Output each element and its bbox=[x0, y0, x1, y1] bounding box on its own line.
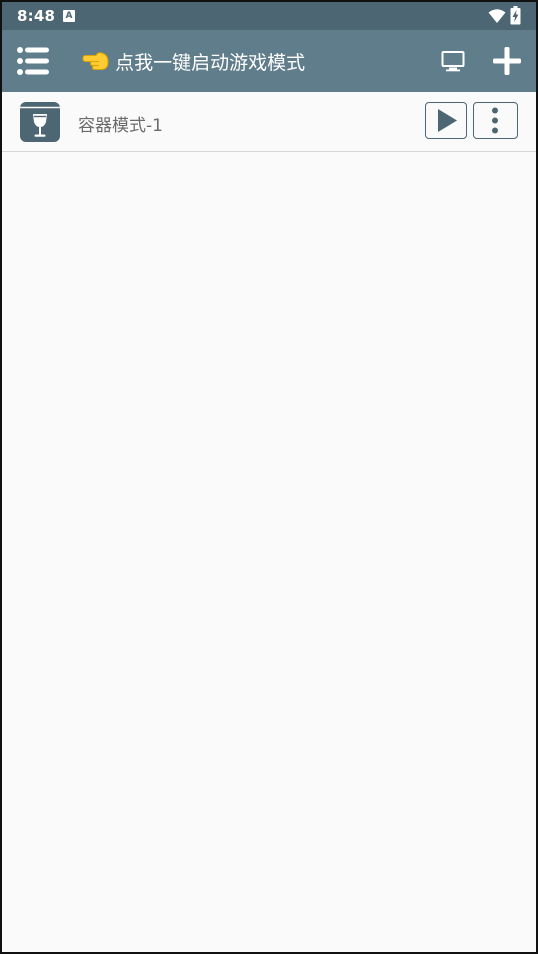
menu-list-icon bbox=[17, 47, 49, 75]
game-mode-launcher[interactable]: 点我一键启动游戏模式 bbox=[82, 48, 305, 76]
notification-letter: A bbox=[65, 11, 73, 21]
more-vertical-icon bbox=[492, 107, 498, 134]
container-list: 容器模式-1 bbox=[2, 92, 536, 152]
display-button[interactable] bbox=[438, 46, 468, 76]
page-title[interactable]: 点我一键启动游戏模式 bbox=[115, 48, 305, 75]
more-options-button[interactable] bbox=[473, 102, 518, 139]
play-icon bbox=[438, 109, 457, 132]
app-screen: 8:48 A 点我一键启动游戏模式 容器模式-1 bbox=[0, 0, 538, 954]
container-list-item[interactable]: 容器模式-1 bbox=[2, 92, 536, 152]
battery-charging-icon bbox=[510, 6, 521, 25]
wifi-icon bbox=[488, 9, 506, 23]
plus-icon bbox=[493, 47, 521, 75]
play-button[interactable] bbox=[425, 102, 467, 139]
notification-a-icon: A bbox=[63, 10, 75, 22]
add-container-button[interactable] bbox=[488, 42, 526, 80]
status-time: 8:48 bbox=[17, 7, 56, 25]
pointing-hand-icon bbox=[82, 51, 109, 70]
wine-glass-box-icon bbox=[20, 102, 60, 142]
menu-button[interactable] bbox=[14, 43, 52, 79]
container-name: 容器模式-1 bbox=[78, 116, 163, 136]
status-bar: 8:48 A bbox=[2, 2, 536, 30]
app-toolbar: 点我一键启动游戏模式 bbox=[2, 30, 536, 92]
monitor-icon bbox=[441, 51, 465, 72]
